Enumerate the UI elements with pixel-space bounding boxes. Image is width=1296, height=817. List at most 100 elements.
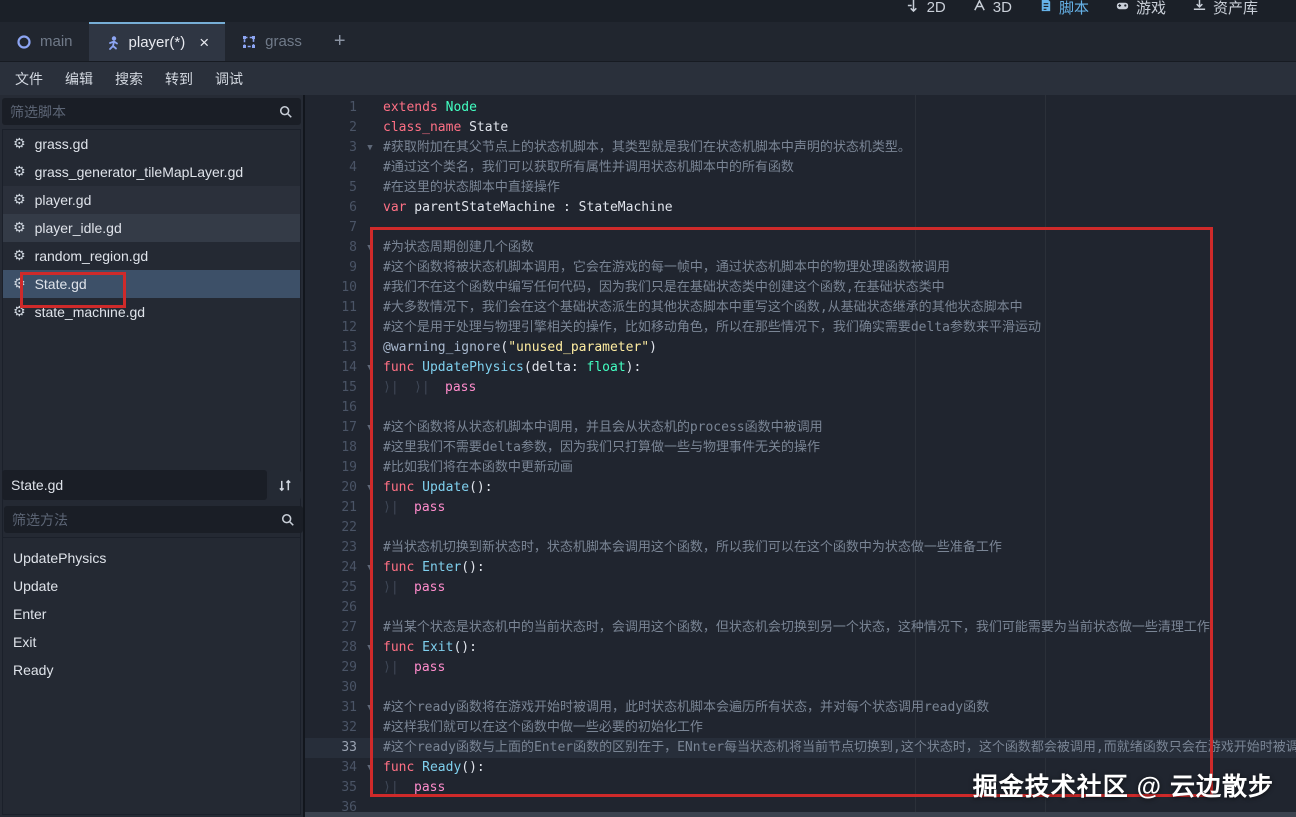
fold-gutter [357, 678, 383, 698]
fold-arrow-icon[interactable]: ▼ [357, 138, 383, 158]
code-line-32[interactable]: 32 #这样我们就可以在这个函数中做一些必要的初始化工作 [305, 718, 1296, 738]
menu-编辑[interactable]: 编辑 [54, 69, 104, 89]
menu-转到[interactable]: 转到 [154, 69, 204, 89]
code-line-17[interactable]: 17 ▼ #这个函数将从状态机脚本中调用，并且会从状态机的process函数中被调用 [305, 418, 1296, 438]
game-icon [1115, 0, 1130, 17]
move-2d-icon [906, 0, 921, 17]
code-line-6[interactable]: 6 var parentStateMachine : StateMachine [305, 198, 1296, 218]
code-text: @warning_ignore("unused_parameter") [383, 340, 657, 355]
method-item-UpdatePhysics[interactable]: UpdatePhysics [3, 544, 300, 572]
script-item-grass_generator_tileMapLayer.gd[interactable]: ⚙ grass_generator_tileMapLayer.gd [3, 158, 300, 186]
code-text: #比如我们将在本函数中更新动画 [383, 460, 573, 475]
code-line-31[interactable]: 31 ▼ #这个ready函数将在游戏开始时被调用，此时状态机脚本会遍历所有状态，并… [305, 698, 1296, 718]
fold-arrow-icon[interactable]: ▼ [357, 418, 383, 438]
sort-methods-button[interactable] [269, 470, 301, 500]
code-line-9[interactable]: 9 #这个函数将被状态机脚本调用，它会在游戏的每一帧中，通过状态机脚本中的物理处理… [305, 258, 1296, 278]
download-icon [1192, 0, 1207, 17]
code-text: #当状态机切换到新状态时，状态机脚本会调用这个函数，所以我们可以在这个函数中为状… [383, 540, 1002, 555]
line-number: 21 [341, 500, 357, 515]
fold-arrow-icon[interactable]: ▼ [357, 638, 383, 658]
code-line-34[interactable]: 34 ▼ func Ready(): [305, 758, 1296, 778]
code-line-4[interactable]: 4 #通过这个类名，我们可以获取所有属性并调用状态机脚本中的所有函数 [305, 158, 1296, 178]
script-item-state_machine.gd[interactable]: ⚙ state_machine.gd [3, 298, 300, 326]
fold-arrow-icon[interactable]: ▼ [357, 558, 383, 578]
code-line-11[interactable]: 11 #大多数情况下，我们会在这个基础状态派生的其他状态脚本中重写这个函数,从基础… [305, 298, 1296, 318]
code-line-7[interactable]: 7 [305, 218, 1296, 238]
code-line-29[interactable]: 29 ⟩| pass [305, 658, 1296, 678]
workspace-button-资产库[interactable]: 资产库 [1192, 0, 1258, 22]
line-number: 3 [349, 140, 357, 155]
code-line-33[interactable]: 33 #这个ready函数与上面的Enter函数的区别在于，ENnter每当状态机… [305, 738, 1296, 758]
code-line-10[interactable]: 10 #我们不在这个函数中编写任何代码，因为我们只是在基础状态类中创建这个函数,在… [305, 278, 1296, 298]
code-line-1[interactable]: 1 extends Node [305, 98, 1296, 118]
script-item-State.gd[interactable]: ⚙ State.gd [3, 270, 300, 298]
code-text: #获取附加在其父节点上的状态机脚本，其类型就是我们在状态机脚本中声明的状态机类型… [383, 140, 911, 155]
workspace-button-3D[interactable]: 3D [972, 0, 1012, 22]
fold-arrow-icon[interactable]: ▼ [357, 478, 383, 498]
code-line-22[interactable]: 22 [305, 518, 1296, 538]
tab-indent-marker: ⟩| [383, 380, 399, 395]
line-number: 4 [349, 160, 357, 175]
line-number: 5 [349, 180, 357, 195]
code-line-13[interactable]: 13 @warning_ignore("unused_parameter") [305, 338, 1296, 358]
method-item-Enter[interactable]: Enter [3, 600, 300, 628]
code-line-35[interactable]: 35 ⟩| pass [305, 778, 1296, 798]
menu-搜索[interactable]: 搜索 [104, 69, 154, 89]
script-item-player_idle.gd[interactable]: ⚙ player_idle.gd [3, 214, 300, 242]
code-line-23[interactable]: 23 #当状态机切换到新状态时，状态机脚本会调用这个函数，所以我们可以在这个函数中… [305, 538, 1296, 558]
workspace-button-2D[interactable]: 2D [906, 0, 946, 22]
code-line-16[interactable]: 16 [305, 398, 1296, 418]
scene-tab-player[interactable]: player(*) × [88, 22, 226, 61]
fold-arrow-icon[interactable]: ▼ [357, 698, 383, 718]
add-scene-tab-button[interactable]: + [318, 22, 362, 61]
code-line-21[interactable]: 21 ⟩| pass [305, 498, 1296, 518]
code-line-20[interactable]: 20 ▼ func Update(): [305, 478, 1296, 498]
line-number: 29 [341, 660, 357, 675]
method-item-Exit[interactable]: Exit [3, 628, 300, 656]
code-line-5[interactable]: 5 #在这里的状态脚本中直接操作 [305, 178, 1296, 198]
script-item-grass.gd[interactable]: ⚙ grass.gd [3, 130, 300, 158]
code-line-30[interactable]: 30 [305, 678, 1296, 698]
close-tab-icon[interactable]: × [199, 33, 209, 53]
scene-tab-main[interactable]: main [0, 22, 89, 61]
fold-arrow-icon[interactable]: ▼ [357, 358, 383, 378]
tab-indent-marker: ⟩| [383, 780, 399, 795]
line-number: 9 [349, 260, 357, 275]
method-item-Ready[interactable]: Ready [3, 656, 300, 684]
code-line-8[interactable]: 8 ▼ #为状态周期创建几个函数 [305, 238, 1296, 258]
code-line-14[interactable]: 14 ▼ func UpdatePhysics(delta: float): [305, 358, 1296, 378]
code-line-27[interactable]: 27 #当某个状态是状态机中的当前状态时，会调用这个函数，但状态机会切换到另一个状… [305, 618, 1296, 638]
code-line-19[interactable]: 19 #比如我们将在本函数中更新动画 [305, 458, 1296, 478]
fold-gutter [357, 538, 383, 558]
scene-tab-grass[interactable]: grass [225, 22, 318, 61]
code-line-18[interactable]: 18 #这里我们不需要delta参数，因为我们只打算做一些与物理事件无关的操作 [305, 438, 1296, 458]
workspace-button-脚本[interactable]: 脚本 [1038, 0, 1089, 22]
code-text: #我们不在这个函数中编写任何代码，因为我们只是在基础状态类中创建这个函数,在基础… [383, 280, 945, 295]
line-number: 1 [349, 100, 357, 115]
fold-arrow-icon[interactable]: ▼ [357, 758, 383, 778]
code-line-3[interactable]: 3 ▼ #获取附加在其父节点上的状态机脚本，其类型就是我们在状态机脚本中声明的状态机… [305, 138, 1296, 158]
filter-scripts-input[interactable]: 筛选脚本 [2, 98, 301, 125]
code-line-25[interactable]: 25 ⟩| pass [305, 578, 1296, 598]
script-item-player.gd[interactable]: ⚙ player.gd [3, 186, 300, 214]
code-line-28[interactable]: 28 ▼ func Exit(): [305, 638, 1296, 658]
code-line-2[interactable]: 2 class_name State [305, 118, 1296, 138]
line-number: 19 [341, 460, 357, 475]
code-editor[interactable]: 1 extends Node 2 class_name State 3 ▼ #获取附加在其父… [305, 95, 1296, 817]
fold-arrow-icon[interactable]: ▼ [357, 238, 383, 258]
code-line-26[interactable]: 26 [305, 598, 1296, 618]
line-number: 30 [341, 680, 357, 695]
horizontal-scrollbar[interactable] [305, 812, 1296, 817]
line-number: 24 [341, 560, 357, 575]
code-line-12[interactable]: 12 #这个是用于处理与物理引擎相关的操作，比如移动角色，所以在那些情况下，我们确… [305, 318, 1296, 338]
method-item-Update[interactable]: Update [3, 572, 300, 600]
code-text: #这个ready函数将在游戏开始时被调用，此时状态机脚本会遍历所有状态，并对每个… [383, 700, 990, 715]
current-script-field[interactable]: State.gd [2, 470, 267, 500]
menu-调试[interactable]: 调试 [204, 69, 254, 89]
script-item-random_region.gd[interactable]: ⚙ random_region.gd [3, 242, 300, 270]
workspace-button-游戏[interactable]: 游戏 [1115, 0, 1166, 22]
code-line-15[interactable]: 15 ⟩| ⟩| pass [305, 378, 1296, 398]
code-line-24[interactable]: 24 ▼ func Enter(): [305, 558, 1296, 578]
filter-methods-input[interactable]: 筛选方法 [4, 506, 303, 533]
menu-文件[interactable]: 文件 [4, 69, 54, 89]
